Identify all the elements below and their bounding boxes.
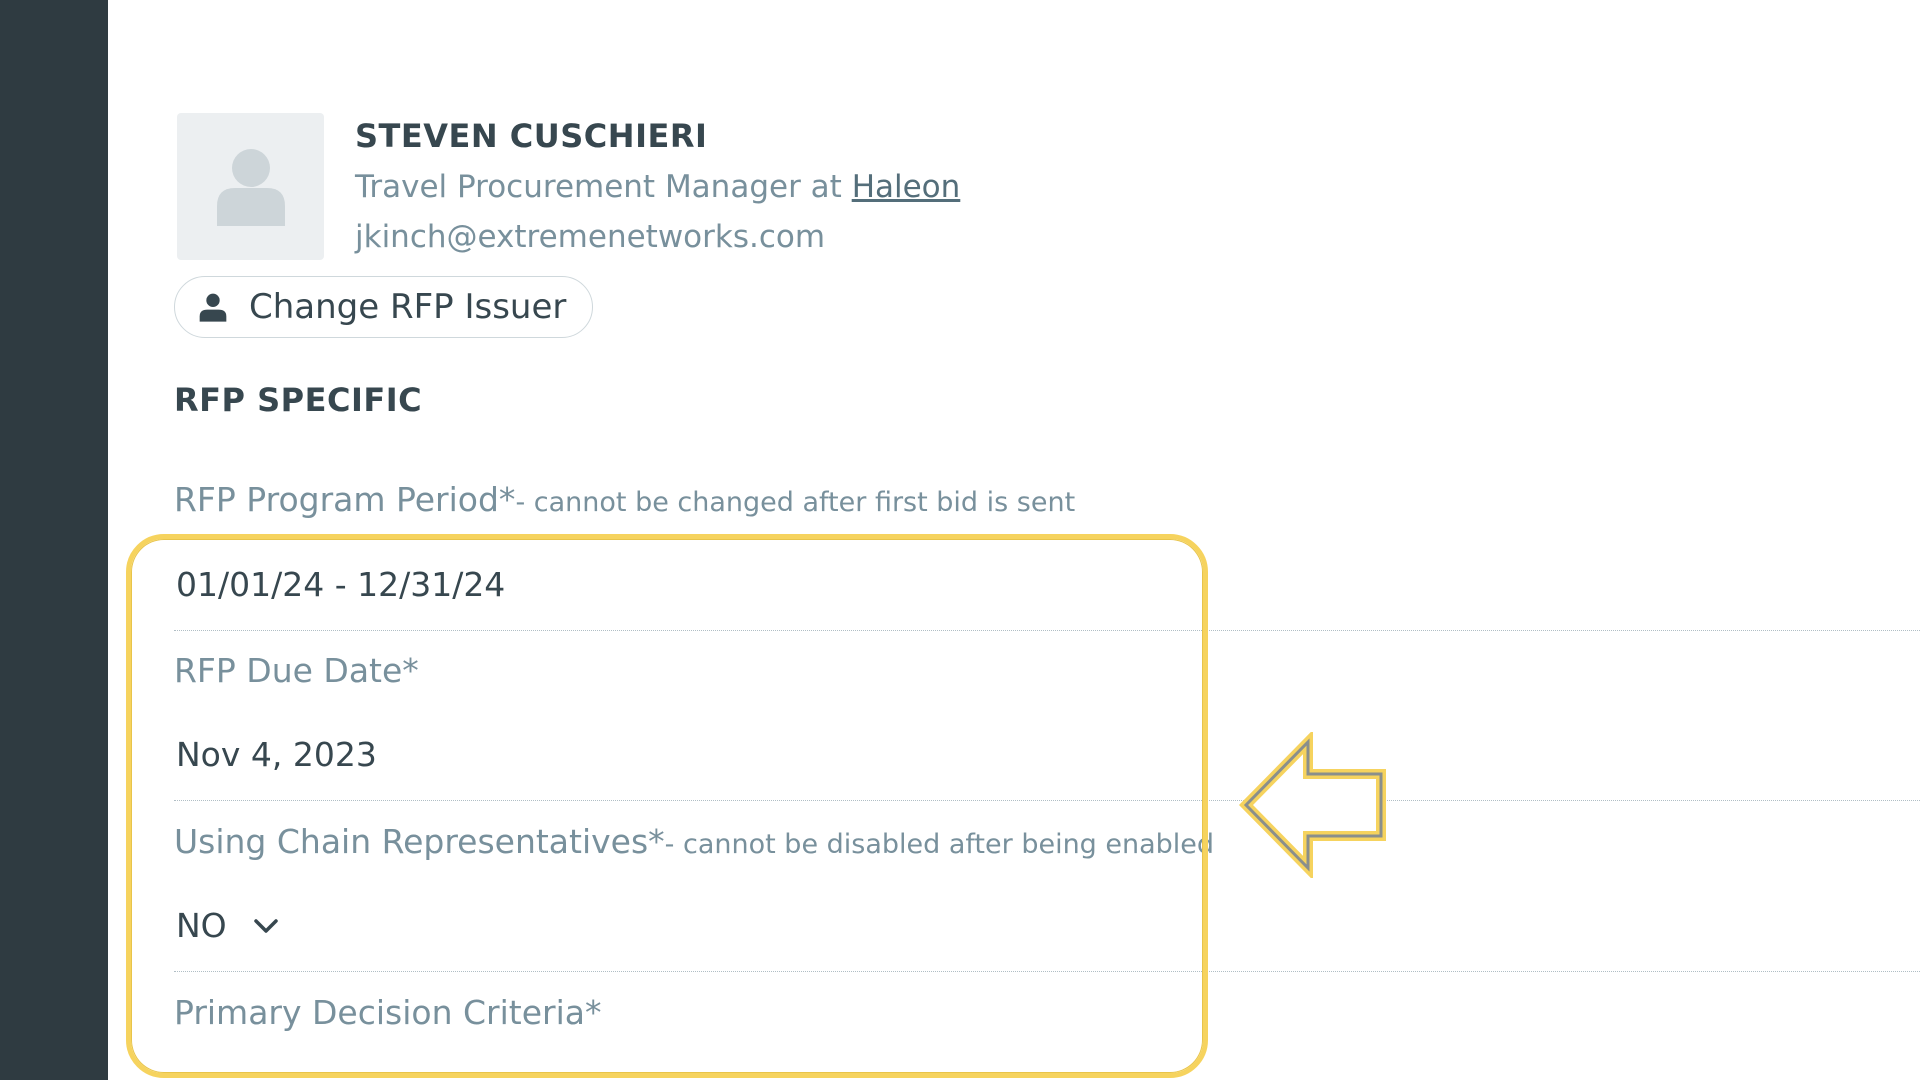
program-period-label-text: RFP Program Period* bbox=[174, 480, 516, 519]
person-icon bbox=[199, 293, 227, 322]
issuer-title-text: Travel Procurement Manager at bbox=[355, 169, 842, 205]
issuer-title: Travel Procurement Manager at Haleon bbox=[355, 169, 960, 205]
chain-reps-note: - cannot be disabled after being enabled bbox=[664, 829, 1215, 860]
issuer-company-link[interactable]: Haleon bbox=[852, 169, 961, 205]
due-date-label: RFP Due Date* bbox=[174, 651, 419, 690]
chain-reps-label: Using Chain Representatives*- cannot be … bbox=[174, 822, 1214, 861]
due-date-value[interactable]: Nov 4, 2023 bbox=[176, 735, 377, 774]
decision-criteria-label: Primary Decision Criteria* bbox=[174, 993, 602, 1032]
divider bbox=[174, 800, 1920, 801]
rfp-specific-heading: RFP SPECIFIC bbox=[174, 381, 423, 419]
chain-reps-select[interactable]: NO bbox=[176, 906, 279, 945]
chevron-down-icon bbox=[253, 918, 278, 933]
program-period-note: - cannot be changed after first bid is s… bbox=[515, 487, 1076, 518]
chain-reps-value: NO bbox=[176, 906, 227, 945]
user-placeholder-icon bbox=[217, 149, 285, 226]
issuer-avatar bbox=[177, 113, 324, 260]
divider bbox=[174, 971, 1920, 972]
program-period-value[interactable]: 01/01/24 - 12/31/24 bbox=[176, 565, 505, 604]
program-period-label: RFP Program Period*- cannot be changed a… bbox=[174, 480, 1075, 519]
change-rfp-issuer-button[interactable]: Change RFP Issuer bbox=[174, 276, 594, 338]
left-arrow-icon bbox=[1238, 732, 1386, 878]
issuer-name: STEVEN CUSCHIERI bbox=[355, 117, 708, 155]
chain-reps-label-text: Using Chain Representatives* bbox=[174, 822, 665, 861]
left-sidebar-rail bbox=[0, 0, 108, 1080]
issuer-email: jkinch@extremenetworks.com bbox=[355, 219, 826, 255]
change-rfp-issuer-label: Change RFP Issuer bbox=[249, 287, 567, 327]
divider bbox=[174, 630, 1920, 631]
main-content: STEVEN CUSCHIERI Travel Procurement Mana… bbox=[108, 0, 1920, 1080]
